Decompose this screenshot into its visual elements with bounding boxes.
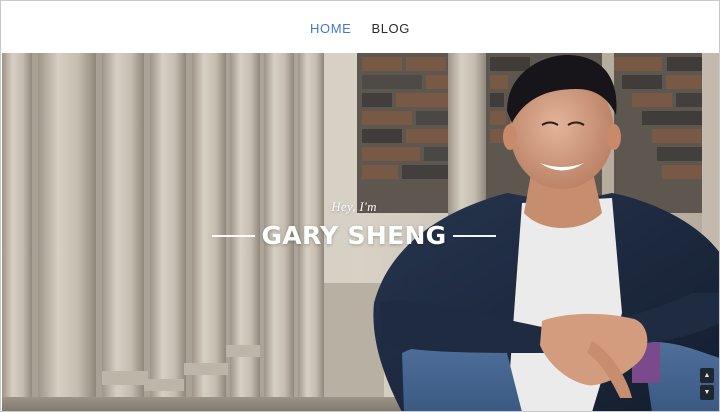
hero-greeting: Hey, I'm — [331, 199, 377, 214]
triangle-up-icon: ▲ — [703, 372, 711, 379]
scroll-up-button[interactable]: ▲ — [700, 368, 714, 383]
name-rule-left — [212, 234, 256, 237]
top-navigation: HOME BLOG — [1, 1, 719, 53]
triangle-down-icon: ▼ — [703, 389, 711, 396]
name-rule-right — [452, 234, 496, 237]
hero-name: GARY SHENG — [261, 221, 447, 250]
hero-title: Hey, I'm GARY SHENG — [208, 199, 500, 250]
nav-blog-link[interactable]: BLOG — [371, 21, 410, 36]
nav-home-link[interactable]: HOME — [310, 21, 351, 36]
hero-name-row: GARY SHENG — [208, 221, 500, 250]
hero-banner: Hey, I'm GARY SHENG ▲ ▼ — [2, 53, 719, 411]
page-frame: HOME BLOG Hey, I'm GARY SHENG ▲ ▼ — [0, 0, 720, 412]
scroll-down-button[interactable]: ▼ — [700, 385, 714, 400]
